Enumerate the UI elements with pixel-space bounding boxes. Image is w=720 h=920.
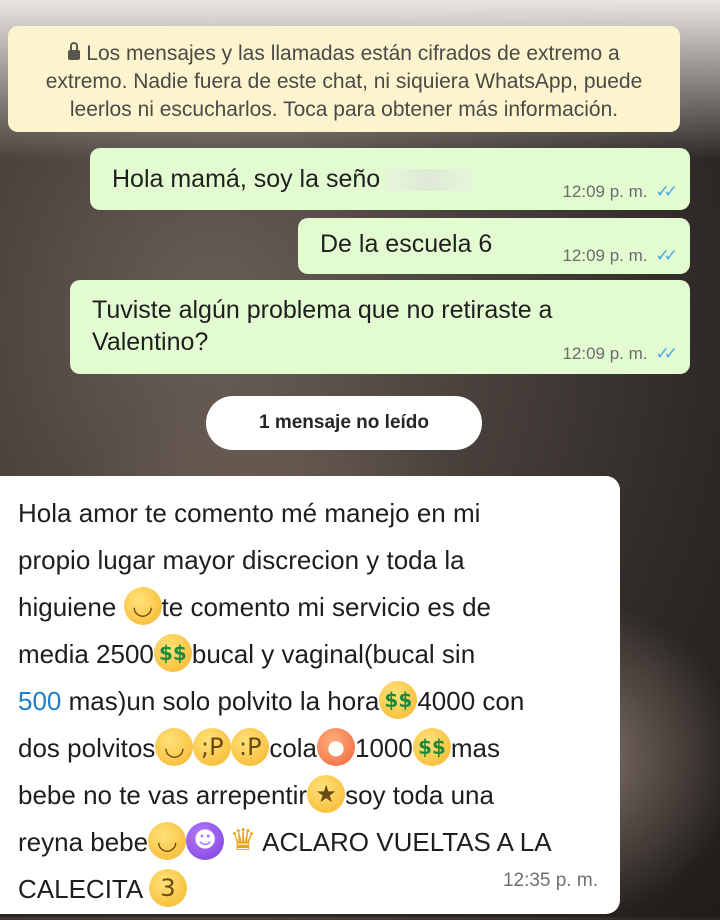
encryption-text-line2: extremo. Nadie fuera de este chat, ni si… <box>45 70 643 93</box>
message-time: 12:09 p. m. <box>562 344 648 363</box>
text-segment: soy toda una <box>345 780 494 810</box>
message-text-line1: Tuviste algún problema que no retiraste … <box>92 296 553 324</box>
text-segment: higuiene <box>18 592 124 622</box>
smiling-devil-icon: ☻ <box>186 822 225 861</box>
peach-icon: ● <box>317 728 356 767</box>
text-segment: te comento mi servicio es de <box>161 592 492 622</box>
message-line: Hola amor te comento mé manejo en mi <box>18 498 481 528</box>
unread-messages-divider: 1 mensaje no leído <box>206 396 482 450</box>
relieved-face-icon: ◡ <box>123 587 162 626</box>
money-mouth-face-icon: $$ <box>379 681 418 720</box>
text-segment: dos polvitos <box>18 733 156 763</box>
money-mouth-face-icon: $$ <box>412 728 451 767</box>
text-segment: reyna bebe <box>18 827 149 857</box>
read-receipt-icon: ✓✓ <box>655 246 678 265</box>
star-struck-face-icon: ★ <box>307 775 346 814</box>
encryption-text-line3: leerlos ni escucharlos. Toca para obtene… <box>69 98 619 121</box>
phone-number-link[interactable]: 500 <box>18 686 61 716</box>
redacted-name <box>386 169 473 192</box>
encryption-notice[interactable]: Los mensajes y las llamadas están cifrad… <box>8 26 680 132</box>
message-time: 12:09 p. m. <box>562 182 648 201</box>
outgoing-message[interactable]: Hola mamá, soy la seño 12:09 p. m. ✓✓ <box>90 148 690 210</box>
text-segment: ACLARO VUELTAS A LA <box>262 827 552 857</box>
outgoing-message[interactable]: De la escuela 6 12:09 p. m. ✓✓ <box>298 218 690 274</box>
text-segment: CALECITA <box>18 874 150 904</box>
text-segment: 1000 <box>355 733 413 763</box>
message-line: bebe no te vas arrepentir ★ soy toda una <box>18 772 600 819</box>
money-mouth-face-icon: $$ <box>153 634 192 673</box>
message-line: 500 mas)un solo polvito la hora $$ 4000 co… <box>18 678 600 725</box>
message-line: propio lugar mayor discrecion y toda la <box>18 545 465 575</box>
text-segment: bucal y vaginal(bucal sin <box>191 639 476 669</box>
kissing-face-icon: 3 <box>149 869 188 908</box>
relieved-face-icon: ◡ <box>148 822 187 861</box>
message-time: 12:35 p. m. <box>502 870 598 891</box>
message-time: 12:09 p. m. <box>562 246 648 265</box>
incoming-message[interactable]: Hola amor te comento mé manejo en mi pro… <box>0 476 620 914</box>
text-segment: mas)un solo polvito la hora <box>61 686 380 716</box>
text-segment: 4000 con <box>417 686 525 716</box>
text-segment: cola <box>269 733 318 763</box>
message-line: media 2500 $$ bucal y vaginal(bucal sin <box>18 631 600 678</box>
read-receipt-icon: ✓✓ <box>655 182 678 201</box>
text-segment: bebe no te vas arrepentir <box>18 780 308 810</box>
encryption-text-line1: Los mensajes y las llamadas están cifrad… <box>86 42 620 65</box>
outgoing-message[interactable]: Tuviste algún problema que no retiraste … <box>70 280 690 374</box>
lock-icon <box>68 42 81 60</box>
relieved-face-icon: ◡ <box>155 728 194 767</box>
winking-tongue-face-icon: ;P <box>193 728 232 767</box>
message-text-line2: Valentino? <box>92 328 209 356</box>
message-text: Hola mamá, soy la seño <box>112 165 381 193</box>
text-segment: mas <box>450 733 500 763</box>
zany-face-icon: :P <box>231 728 270 767</box>
message-line: dos polvitos ◡ ;P:P cola ● 1000 $$ mas <box>18 725 600 772</box>
crown-icon: ♛ <box>229 823 257 859</box>
read-receipt-icon: ✓✓ <box>655 344 678 363</box>
message-text: De la escuela 6 <box>320 230 493 258</box>
message-line: higuiene ◡ te comento mi servicio es de <box>18 584 600 631</box>
text-segment: media 2500 <box>18 639 154 669</box>
